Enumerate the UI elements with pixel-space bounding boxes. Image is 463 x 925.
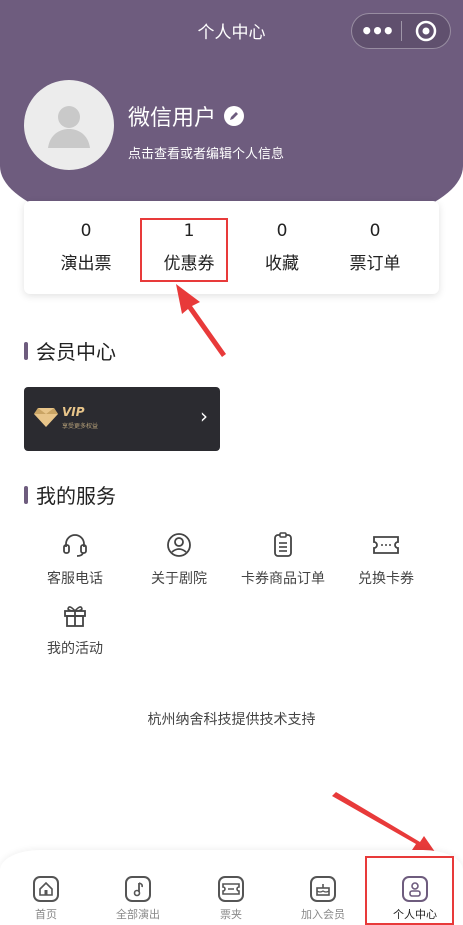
cake-icon [310,876,336,902]
tab-home[interactable]: 首页 [6,876,86,922]
user-circle-icon [129,530,229,560]
tab-ticket-folder[interactable]: 票夹 [191,876,271,922]
username-text: 微信用户 [128,106,217,131]
profile-subtitle[interactable]: 点击查看或者编辑个人信息 [128,143,284,162]
vip-card[interactable]: VIP 享受更多权益 › [24,387,220,451]
chevron-right-icon: › [200,404,208,428]
stat-tickets[interactable]: 0 演出票 [36,221,136,274]
stat-favorites[interactable]: 0 收藏 [232,221,332,274]
heading-text: 我的服务 [36,484,116,508]
tab-all-shows[interactable]: 全部演出 [98,876,178,922]
service-voucher-orders[interactable]: 卡券商品订单 [233,530,333,588]
service-label: 卡券商品订单 [241,571,325,587]
tab-label: 全部演出 [116,908,160,921]
diamond-icon [34,408,58,427]
annotation-arrow-up [176,284,226,357]
username[interactable]: 微信用户 [128,100,245,132]
ticket-folder-icon [218,876,244,902]
service-label: 关于剧院 [151,571,207,587]
member-center-heading: 会员中心 [24,336,116,365]
clipboard-icon [233,530,333,560]
edit-pencil-icon[interactable] [224,106,245,126]
stat-orders[interactable]: 0 票订单 [325,221,425,274]
service-my-activities[interactable]: 我的活动 [25,600,125,658]
vip-label: VIP [62,405,85,419]
tech-support-text: 杭州纳舍科技提供技术支持 [147,712,316,728]
stat-count: 0 [369,221,381,241]
tab-label: 首页 [35,908,57,921]
default-avatar-icon [48,106,90,148]
avatar[interactable] [24,80,114,170]
heading-accent-bar [24,485,28,504]
tab-label: 加入会员 [301,908,345,921]
headset-icon [25,530,125,560]
ticket-icon [336,530,436,560]
stat-count: 0 [276,221,288,241]
vip-subtitle: 享受更多权益 [62,423,99,430]
tab-join-member[interactable]: 加入会员 [283,876,363,922]
profile-tab-highlight-box [365,856,454,925]
service-label: 兑换卡券 [358,571,414,587]
more-dots-icon[interactable]: ••• [352,13,401,49]
service-label: 客服电话 [47,571,103,587]
home-icon [33,876,59,902]
stat-label: 票订单 [349,254,401,274]
coupon-highlight-box [140,218,228,282]
heading-text: 会员中心 [36,340,116,364]
target-circle-icon[interactable] [402,20,450,42]
stat-label: 收藏 [265,254,299,274]
music-note-icon [125,876,151,902]
tab-label: 票夹 [220,908,242,921]
stat-count: 0 [80,221,92,241]
gift-icon [25,600,125,630]
heading-accent-bar [24,341,28,360]
mini-program-capsule: ••• [351,13,451,49]
stat-label: 演出票 [60,254,112,274]
service-redeem-voucher[interactable]: 兑换卡券 [336,530,436,588]
service-about-theater[interactable]: 关于剧院 [129,530,229,588]
service-customer-phone[interactable]: 客服电话 [25,530,125,588]
service-label: 我的活动 [47,641,103,657]
my-services-heading: 我的服务 [24,480,116,509]
